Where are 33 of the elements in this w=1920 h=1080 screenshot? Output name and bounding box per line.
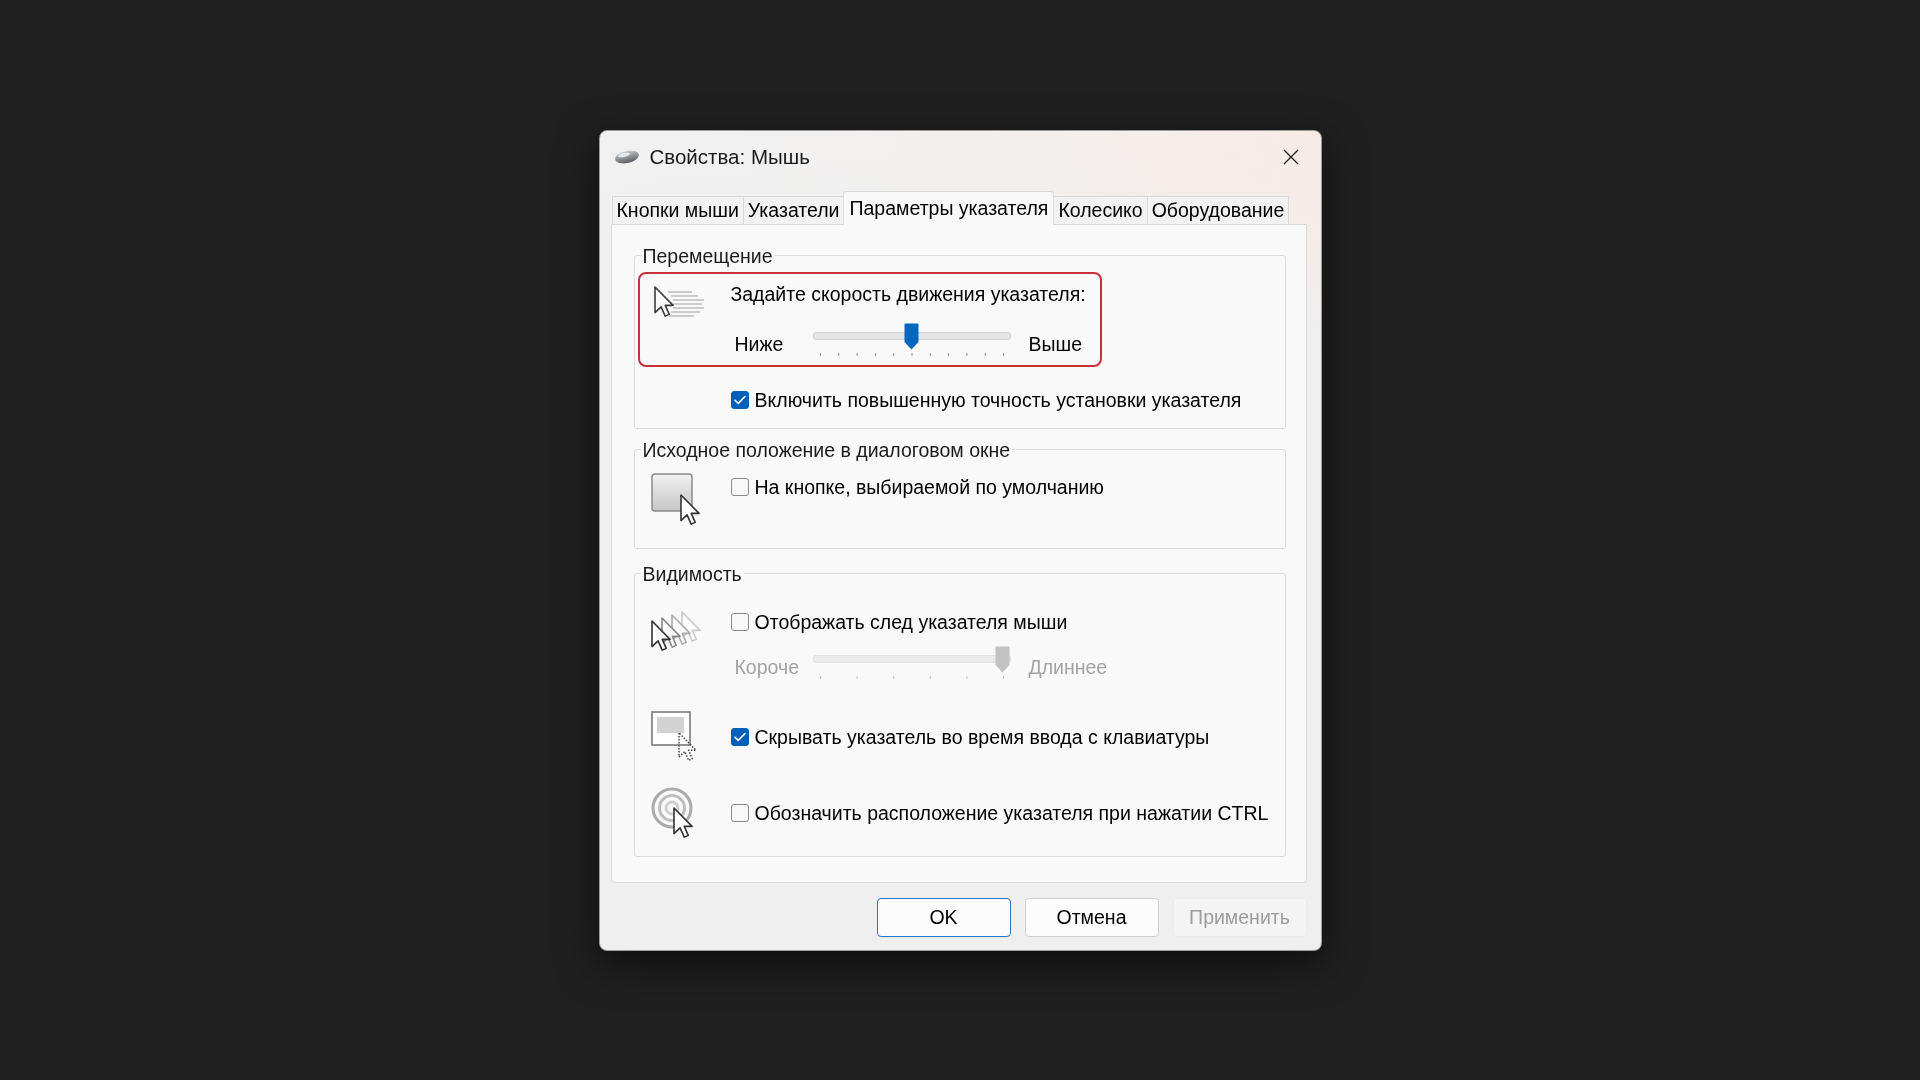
button-pointer-icon <box>650 472 701 527</box>
close-icon[interactable] <box>1282 148 1299 165</box>
pointer-rings-icon <box>650 786 695 839</box>
ok-button[interactable]: OK <box>876 897 1011 937</box>
mouse-icon <box>613 148 640 165</box>
checkbox[interactable] <box>730 803 749 822</box>
slider-min-label: Короче <box>733 654 800 680</box>
window-title: Свойства: Мышь <box>649 144 811 169</box>
setting-label: Задайте скорость движения указателя: <box>730 282 1086 305</box>
checkbox[interactable] <box>730 612 749 631</box>
slider-thumb[interactable] <box>904 322 919 350</box>
group-title: Видимость <box>641 563 743 584</box>
slider-max-label: Выше <box>1027 331 1082 357</box>
checkbox-label[interactable]: Включить повышенную точность установки указателя <box>754 388 1242 411</box>
checkmark-icon <box>733 394 746 405</box>
tab[interactable]: Оборудование <box>1146 195 1290 224</box>
tab[interactable]: Параметры указателя <box>843 190 1055 225</box>
pointer-trail-icon <box>650 610 701 653</box>
checkbox-label[interactable]: На кнопке, выбираемой по умолчанию <box>754 475 1104 498</box>
checkbox[interactable] <box>730 477 749 496</box>
slider-min-label: Ниже <box>733 331 785 357</box>
tab[interactable]: Колесико <box>1053 195 1148 224</box>
checkbox-label[interactable]: Скрывать указатель во время ввода с клавиатуры <box>754 725 1210 748</box>
checkmark-icon <box>733 731 746 742</box>
slider-max-label: Длиннее <box>1027 654 1108 680</box>
tab[interactable]: Кнопки мыши <box>611 195 744 224</box>
group-title: Исходное положение в диалоговом окне <box>641 439 1012 460</box>
checkbox-label[interactable]: Отображать след указателя мыши <box>754 610 1068 633</box>
checkbox[interactable] <box>730 390 749 409</box>
checkbox[interactable] <box>730 727 749 746</box>
group-title: Перемещение <box>641 245 774 266</box>
cancel-button[interactable]: Отмена <box>1024 897 1159 937</box>
checkbox-label[interactable]: Обозначить расположение указателя при нажатии CTRL <box>754 801 1269 824</box>
